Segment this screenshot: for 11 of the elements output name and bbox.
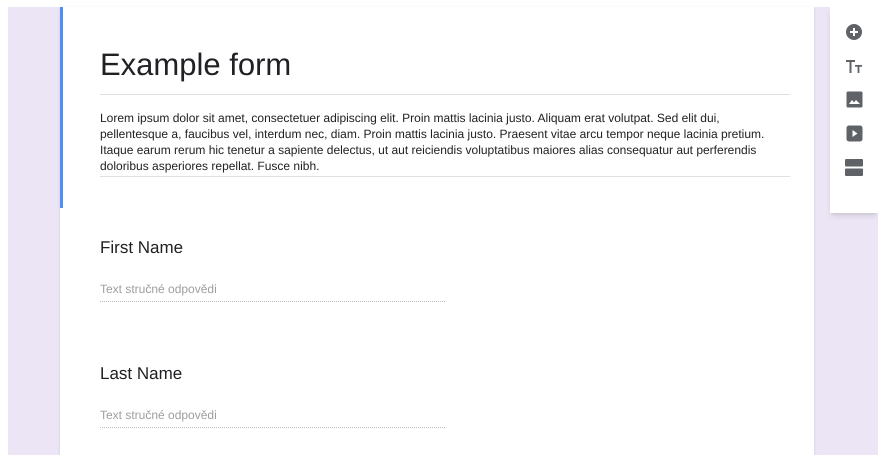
add-icon[interactable]: [845, 23, 863, 41]
answer-field[interactable]: Text stručné odpovědi: [100, 406, 445, 428]
question-label: Last Name: [100, 363, 184, 385]
question-label: First Name: [100, 237, 184, 259]
section-icon[interactable]: [845, 159, 863, 176]
video-icon[interactable]: [846, 125, 862, 142]
title-text-icon[interactable]: [845, 58, 863, 74]
answer-field[interactable]: Text stručné odpovědi: [100, 280, 445, 302]
image-icon[interactable]: [846, 91, 862, 108]
form-title[interactable]: Example form: [100, 45, 790, 95]
form-description[interactable]: Lorem ipsum dolor sit amet, consectetuer adipiscing elit. Proin mattis lacinia justo. Aliquam erat volutpat. Sed elit dui, pellentesque a, faucibus vel, interdum nec, diam. Proin mattis lacinia justo. Praesent vitae arcu tempor neque lacinia pretium. Itaque earum rerum hic tenetur a sapiente delectus, ut aut reiciendis voluptatibus maiores alias consequatur aut perferendis doloribus asperiores repellat. Fusce nibh.: [100, 95, 790, 177]
